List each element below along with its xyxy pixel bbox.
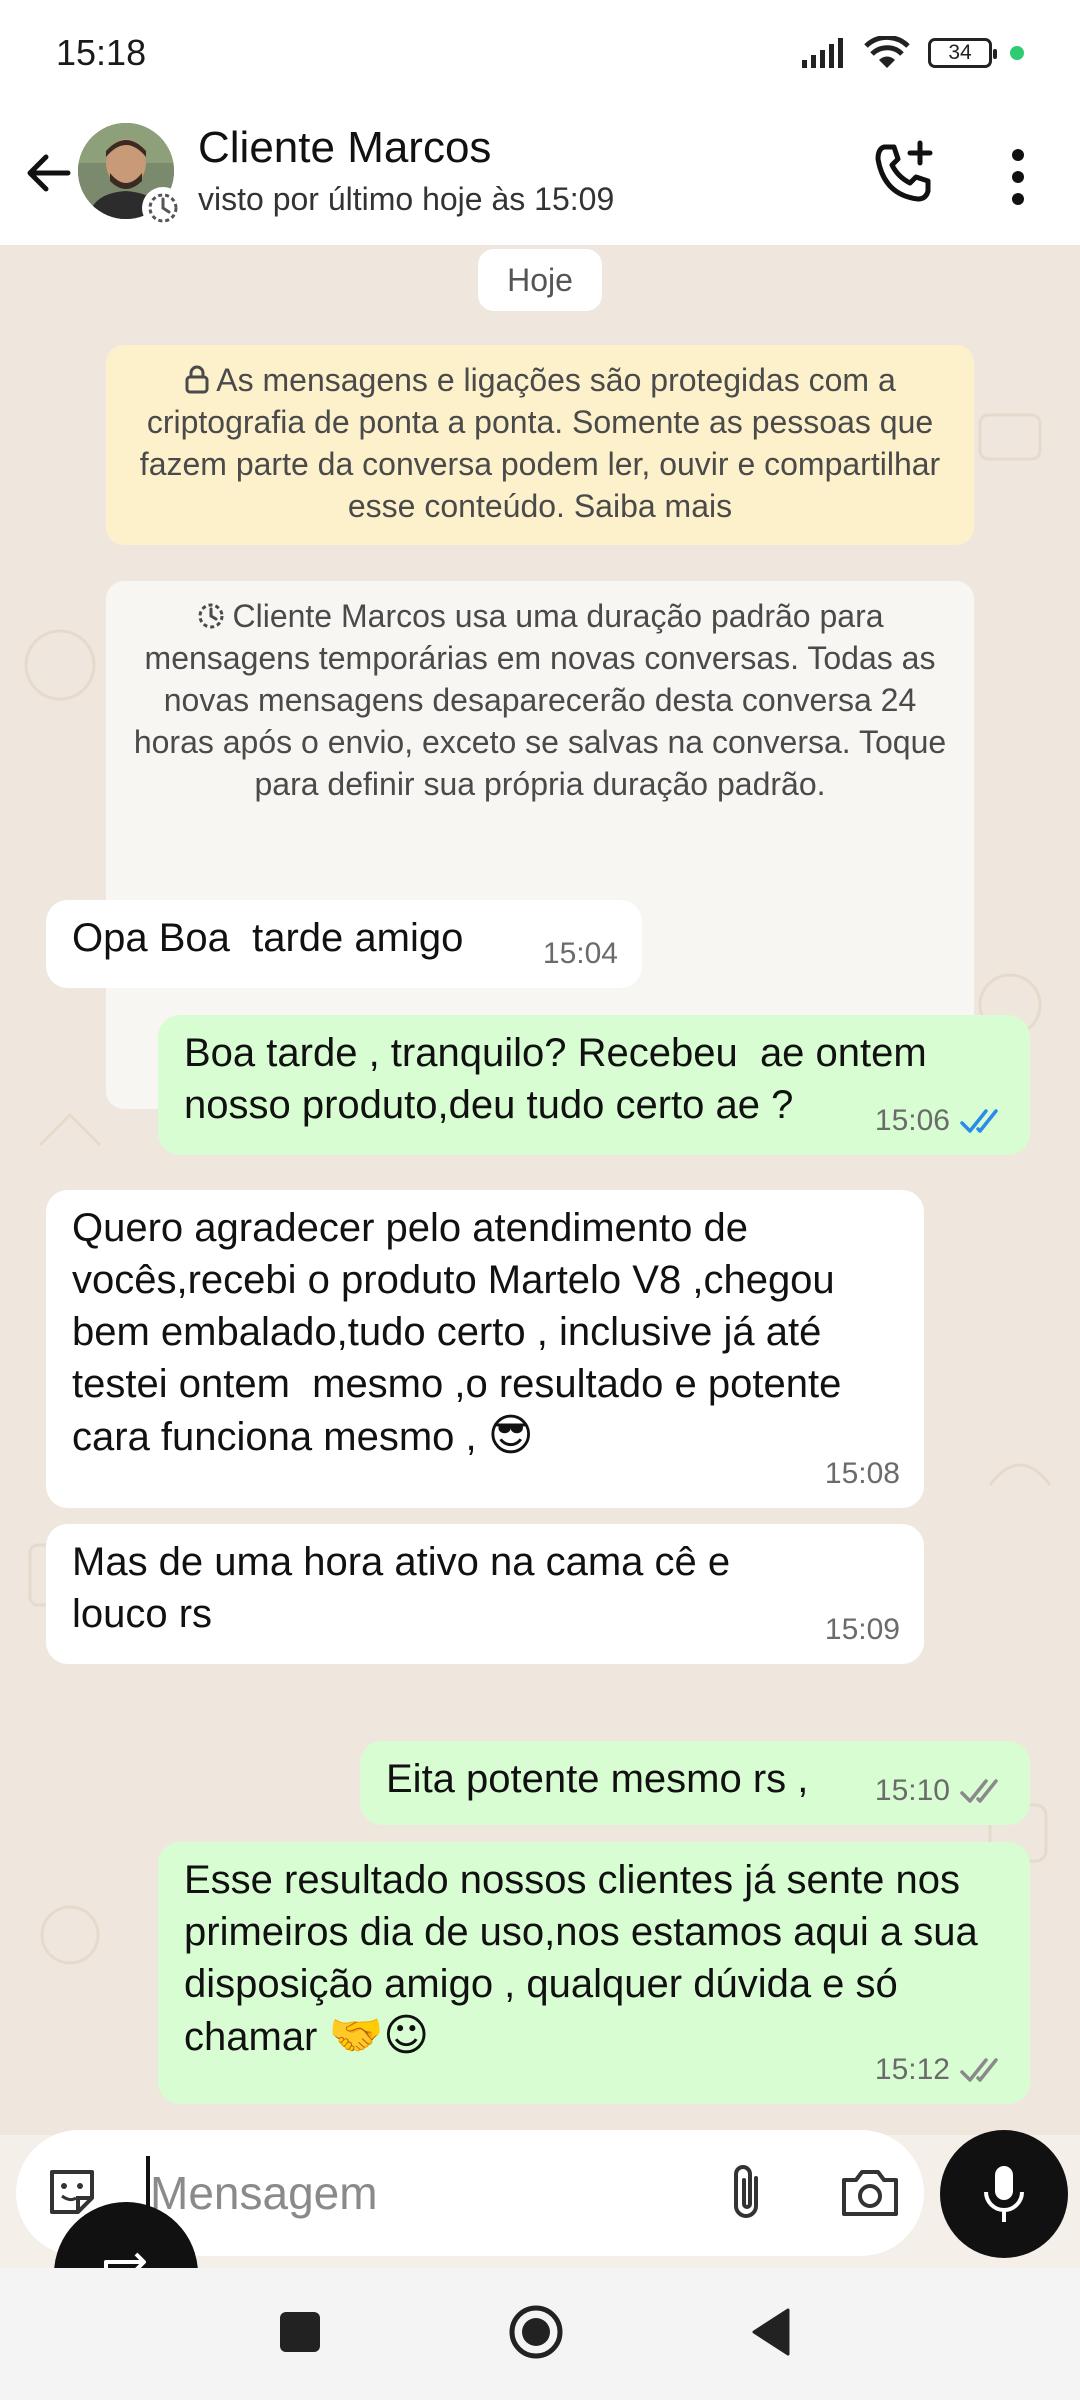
add-call-icon[interactable] <box>868 137 940 209</box>
camera-icon[interactable] <box>838 2162 902 2222</box>
mic-icon <box>984 2166 1024 2222</box>
message-time: 15:04 <box>542 937 618 970</box>
message-time: 15:08 <box>824 1457 900 1490</box>
nav-recents-icon[interactable] <box>280 2312 320 2352</box>
encryption-notice[interactable]: As mensagens e ligações são protegidas c… <box>106 345 974 545</box>
mic-button[interactable] <box>940 2130 1068 2258</box>
message-outgoing[interactable]: Eita potente mesmo rs , 15:10 <box>360 1741 1030 1825</box>
message-text: Opa Boa tarde amigo <box>72 916 464 960</box>
message-text: Eita potente mesmo rs , <box>386 1757 809 1801</box>
lock-icon <box>185 365 209 394</box>
encryption-notice-text: As mensagens e ligações são protegidas c… <box>139 362 941 524</box>
status-time: 15:18 <box>56 32 147 73</box>
message-text: Quero agradecer pelo atendimento de você… <box>72 1206 853 1459</box>
signal-icon <box>802 38 843 68</box>
chat-header: Cliente Marcos visto por último hoje às … <box>0 105 1080 245</box>
message-outgoing[interactable]: Esse resultado nossos clientes já sente … <box>158 1842 1030 2104</box>
back-arrow-icon[interactable] <box>18 143 78 203</box>
handshake-emoji: 🤝☺ <box>328 2010 430 2061</box>
battery-icon: 34 <box>928 38 997 68</box>
message-text: Esse resultado nossos clientes já sente … <box>184 1858 989 2059</box>
message-time: 15:12 <box>875 2044 1006 2096</box>
message-time: 15:06 <box>875 1095 1006 1147</box>
message-input[interactable] <box>150 2160 670 2226</box>
wifi-icon <box>864 36 910 68</box>
nav-home-icon[interactable] <box>506 2302 566 2362</box>
contact-name[interactable]: Cliente Marcos <box>198 123 491 173</box>
double-check-icon <box>960 1779 998 1803</box>
timer-icon <box>148 193 178 223</box>
system-navigation-bar <box>0 2268 1080 2400</box>
disappearing-notice-text: Cliente Marcos usa uma duração padrão pa… <box>133 598 947 802</box>
status-bar: 15:18 34 <box>0 0 1080 105</box>
sunglasses-emoji: 😎 <box>487 1410 534 1461</box>
nav-back-icon[interactable] <box>748 2306 792 2358</box>
message-text: Boa tarde , tranquilo? Recebeu ae ontem … <box>184 1031 938 1127</box>
battery-level: 34 <box>948 41 972 64</box>
contact-last-seen: visto por último hoje às 15:09 <box>198 181 615 217</box>
message-time: 15:09 <box>824 1613 900 1646</box>
chat-area[interactable]: Hoje As mensagens e ligações são protegi… <box>0 245 1080 2135</box>
message-outgoing[interactable]: Boa tarde , tranquilo? Recebeu ae ontem … <box>158 1015 1030 1155</box>
privacy-indicator-dot <box>1010 46 1024 60</box>
status-icons: 34 <box>802 36 1024 70</box>
date-chip: Hoje <box>478 249 602 311</box>
message-incoming[interactable]: Quero agradecer pelo atendimento de você… <box>46 1190 924 1508</box>
message-incoming[interactable]: Mas de uma hora ativo na cama cê e louco… <box>46 1524 924 1664</box>
attach-icon[interactable] <box>716 2160 776 2224</box>
timer-badge <box>142 187 184 229</box>
timer-icon <box>198 603 224 629</box>
more-vert-icon[interactable] <box>990 145 1046 209</box>
message-time: 15:10 <box>875 1765 1006 1817</box>
double-check-icon <box>960 1109 998 1133</box>
double-check-icon <box>960 2058 998 2082</box>
message-incoming[interactable]: Opa Boa tarde amigo 15:04 <box>46 900 642 988</box>
message-text: Mas de uma hora ativo na cama cê e louco… <box>72 1540 742 1636</box>
